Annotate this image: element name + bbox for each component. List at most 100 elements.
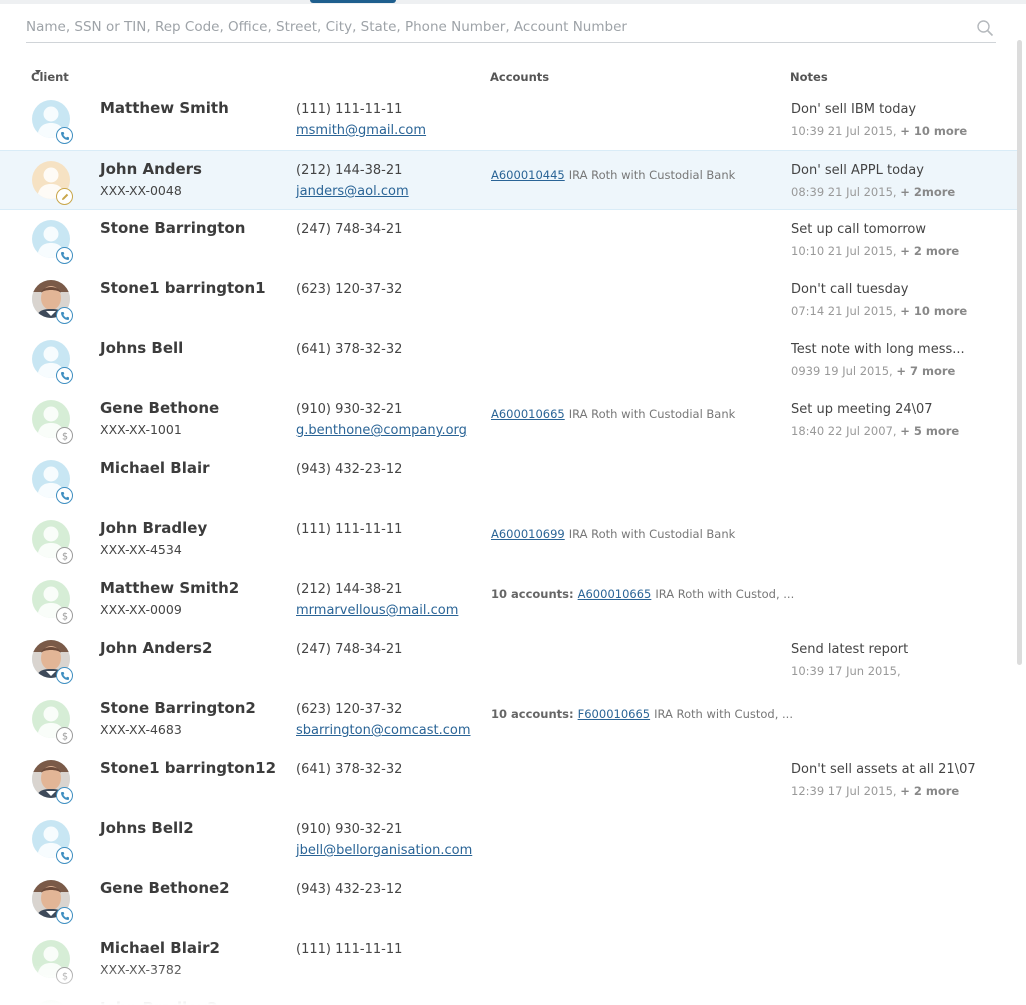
dollar-icon: $ [56, 967, 73, 984]
client-phone: (111) 111-11-11 [296, 102, 403, 117]
account-count: 10 accounts: [491, 707, 574, 721]
note-timestamp: 10:39 17 Jun 2015, [791, 664, 901, 678]
client-email-link[interactable]: sbarrington@comcast.com [296, 723, 471, 738]
search-input[interactable] [26, 14, 956, 40]
account-description: IRA Roth with Custod, ... [654, 707, 793, 721]
account-link[interactable]: F600010665 [578, 707, 650, 721]
client-ssn: XXX-XX-4683 [100, 722, 182, 737]
client-phone: (641) 378-32-32 [296, 762, 403, 777]
dollar-icon: $ [56, 727, 73, 744]
note-meta: 07:14 21 Jul 2015, + 10 more [791, 304, 967, 318]
note-meta: 18:40 22 Jul 2007, + 5 more [791, 424, 959, 438]
note-timestamp: 07:14 21 Jul 2015, [791, 304, 901, 318]
table-row[interactable]: $ Matthew Smith2 XXX-XX-0009 (212) 144-38-2… [0, 570, 1017, 630]
client-name[interactable]: Stone1 barrington12 [100, 759, 276, 777]
client-phone: (943) 432-23-12 [296, 882, 403, 897]
client-phone: (641) 378-32-32 [296, 342, 403, 357]
note-text[interactable]: Test note with long mess... [791, 342, 965, 357]
table-row[interactable]: $ Stone Barrington2 XXX-XX-4683 (623) 120-3… [0, 690, 1017, 750]
client-ssn: XXX-XX-3782 [100, 962, 182, 977]
svg-text:$: $ [61, 971, 67, 980]
client-phone: (111) 111-11-11 [296, 522, 403, 537]
client-email-link[interactable]: jbell@bellorganisation.com [296, 843, 472, 858]
more-notes-link[interactable]: + 10 more [900, 124, 967, 138]
note-text[interactable]: Send latest report [791, 642, 908, 657]
note-text[interactable]: Set up call tomorrow [791, 222, 926, 237]
client-name[interactable]: Michael Blair [100, 459, 210, 477]
client-phone: (910) 930-32-21 [296, 402, 403, 417]
client-name[interactable]: Matthew Smith [100, 99, 229, 117]
account-link[interactable]: A600010665 [578, 587, 652, 601]
table-row[interactable]: $ Gene Bethone XXX-XX-1001 (910) 930-32-21 g… [0, 390, 1017, 450]
avatar[interactable] [32, 1000, 70, 1005]
client-email-link[interactable]: msmith@gmail.com [296, 123, 426, 138]
account-description: IRA Roth with Custodial Bank [568, 168, 736, 182]
table-row[interactable]: Matthew Smith (111) 111-11-11 msmith@gmail… [0, 90, 1017, 150]
search-bar [26, 14, 996, 43]
phone-icon [56, 247, 73, 264]
sort-down-icon [35, 70, 41, 74]
client-name[interactable]: Johns Bell [100, 339, 183, 357]
table-row[interactable]: $ John Bradley XXX-XX-4534 (111) 111-11-11 A… [0, 510, 1017, 570]
table-row[interactable]: John Anders2 (247) 748-34-21 Send latest r… [0, 630, 1017, 690]
note-text[interactable]: Don' sell APPL today [791, 163, 924, 178]
search-icon[interactable] [976, 19, 994, 37]
client-name[interactable]: Stone Barrington [100, 219, 245, 237]
client-name[interactable]: Johns Bell2 [100, 819, 194, 837]
client-email-link[interactable]: g.benthone@company.org [296, 423, 467, 438]
table-row[interactable]: Gene Bethone2 (943) 432-23-12 [0, 870, 1017, 930]
table-row[interactable]: John Anders XXX-XX-0048 (212) 144-38-21 jan… [0, 150, 1017, 210]
note-text[interactable]: Set up meeting 24\07 [791, 402, 933, 417]
client-name[interactable]: Michael Blair2 [100, 939, 220, 957]
note-timestamp: 18:40 22 Jul 2007, [791, 424, 901, 438]
phone-icon [56, 787, 73, 804]
more-notes-link[interactable]: + 2more [900, 185, 955, 199]
account-link[interactable]: A600010699 [491, 527, 565, 541]
account-description: IRA Roth with Custodial Bank [568, 527, 736, 541]
account-link[interactable]: A600010665 [491, 407, 565, 421]
more-notes-link[interactable]: + 2 more [900, 244, 959, 258]
table-row[interactable]: Stone1 barrington1 (623) 120-37-32 Don't c… [0, 270, 1017, 330]
client-phone: (623) 120-37-32 [296, 282, 403, 297]
client-phone: (943) 432-23-12 [296, 462, 403, 477]
client-name[interactable]: Stone Barrington2 [100, 699, 256, 717]
note-text[interactable]: Don' sell IBM today [791, 102, 916, 117]
client-email-link[interactable]: janders@aol.com [296, 184, 409, 199]
svg-text:$: $ [61, 551, 67, 560]
note-meta: 10:10 21 Jul 2015, + 2 more [791, 244, 959, 258]
note-timestamp: 10:10 21 Jul 2015, [791, 244, 901, 258]
client-name[interactable]: Gene Bethone2 [100, 879, 230, 897]
client-name[interactable]: John Bradley2 [100, 999, 218, 1005]
client-name[interactable]: Gene Bethone [100, 399, 219, 417]
more-notes-link[interactable]: + 2 more [900, 784, 959, 798]
table-row[interactable]: $John Bradley2 [0, 990, 1017, 1005]
client-phone: (212) 144-38-21 [296, 582, 403, 597]
client-name[interactable]: Matthew Smith2 [100, 579, 239, 597]
dollar-icon: $ [56, 547, 73, 564]
table-row[interactable]: Stone Barrington (247) 748-34-21 Set up ca… [0, 210, 1017, 270]
table-row[interactable]: Johns Bell (641) 378-32-32 Test note with … [0, 330, 1017, 390]
svg-text:$: $ [61, 731, 67, 740]
more-notes-link[interactable]: + 10 more [900, 304, 967, 318]
client-name[interactable]: Stone1 barrington1 [100, 279, 266, 297]
account-link[interactable]: A600010445 [491, 168, 565, 182]
edit-icon [56, 188, 73, 205]
client-name[interactable]: John Bradley [100, 519, 207, 537]
account-cell: A600010665 IRA Roth with Custodial Bank [491, 407, 735, 421]
more-notes-link[interactable]: + 7 more [896, 364, 955, 378]
note-text[interactable]: Don't call tuesday [791, 282, 909, 297]
account-count: 10 accounts: [491, 587, 574, 601]
phone-icon [56, 667, 73, 684]
client-phone: (623) 120-37-32 [296, 702, 403, 717]
table-row[interactable]: Stone1 barrington12 (641) 378-32-32 Don't … [0, 750, 1017, 810]
client-name[interactable]: John Anders [100, 160, 202, 178]
note-text[interactable]: Don't sell assets at all 21\07 [791, 762, 976, 777]
table-row[interactable]: Michael Blair (943) 432-23-12 [0, 450, 1017, 510]
table-row[interactable]: Johns Bell2 (910) 930-32-21 jbell@bellorga… [0, 810, 1017, 870]
client-ssn: XXX-XX-0009 [100, 602, 182, 617]
table-row[interactable]: $ Michael Blair2 XXX-XX-3782 (111) 111-11-1… [0, 930, 1017, 990]
client-email-link[interactable]: mrmarvellous@mail.com [296, 603, 458, 618]
more-notes-link[interactable]: + 5 more [900, 424, 959, 438]
vertical-scrollbar[interactable] [1017, 40, 1022, 665]
client-name[interactable]: John Anders2 [100, 639, 212, 657]
